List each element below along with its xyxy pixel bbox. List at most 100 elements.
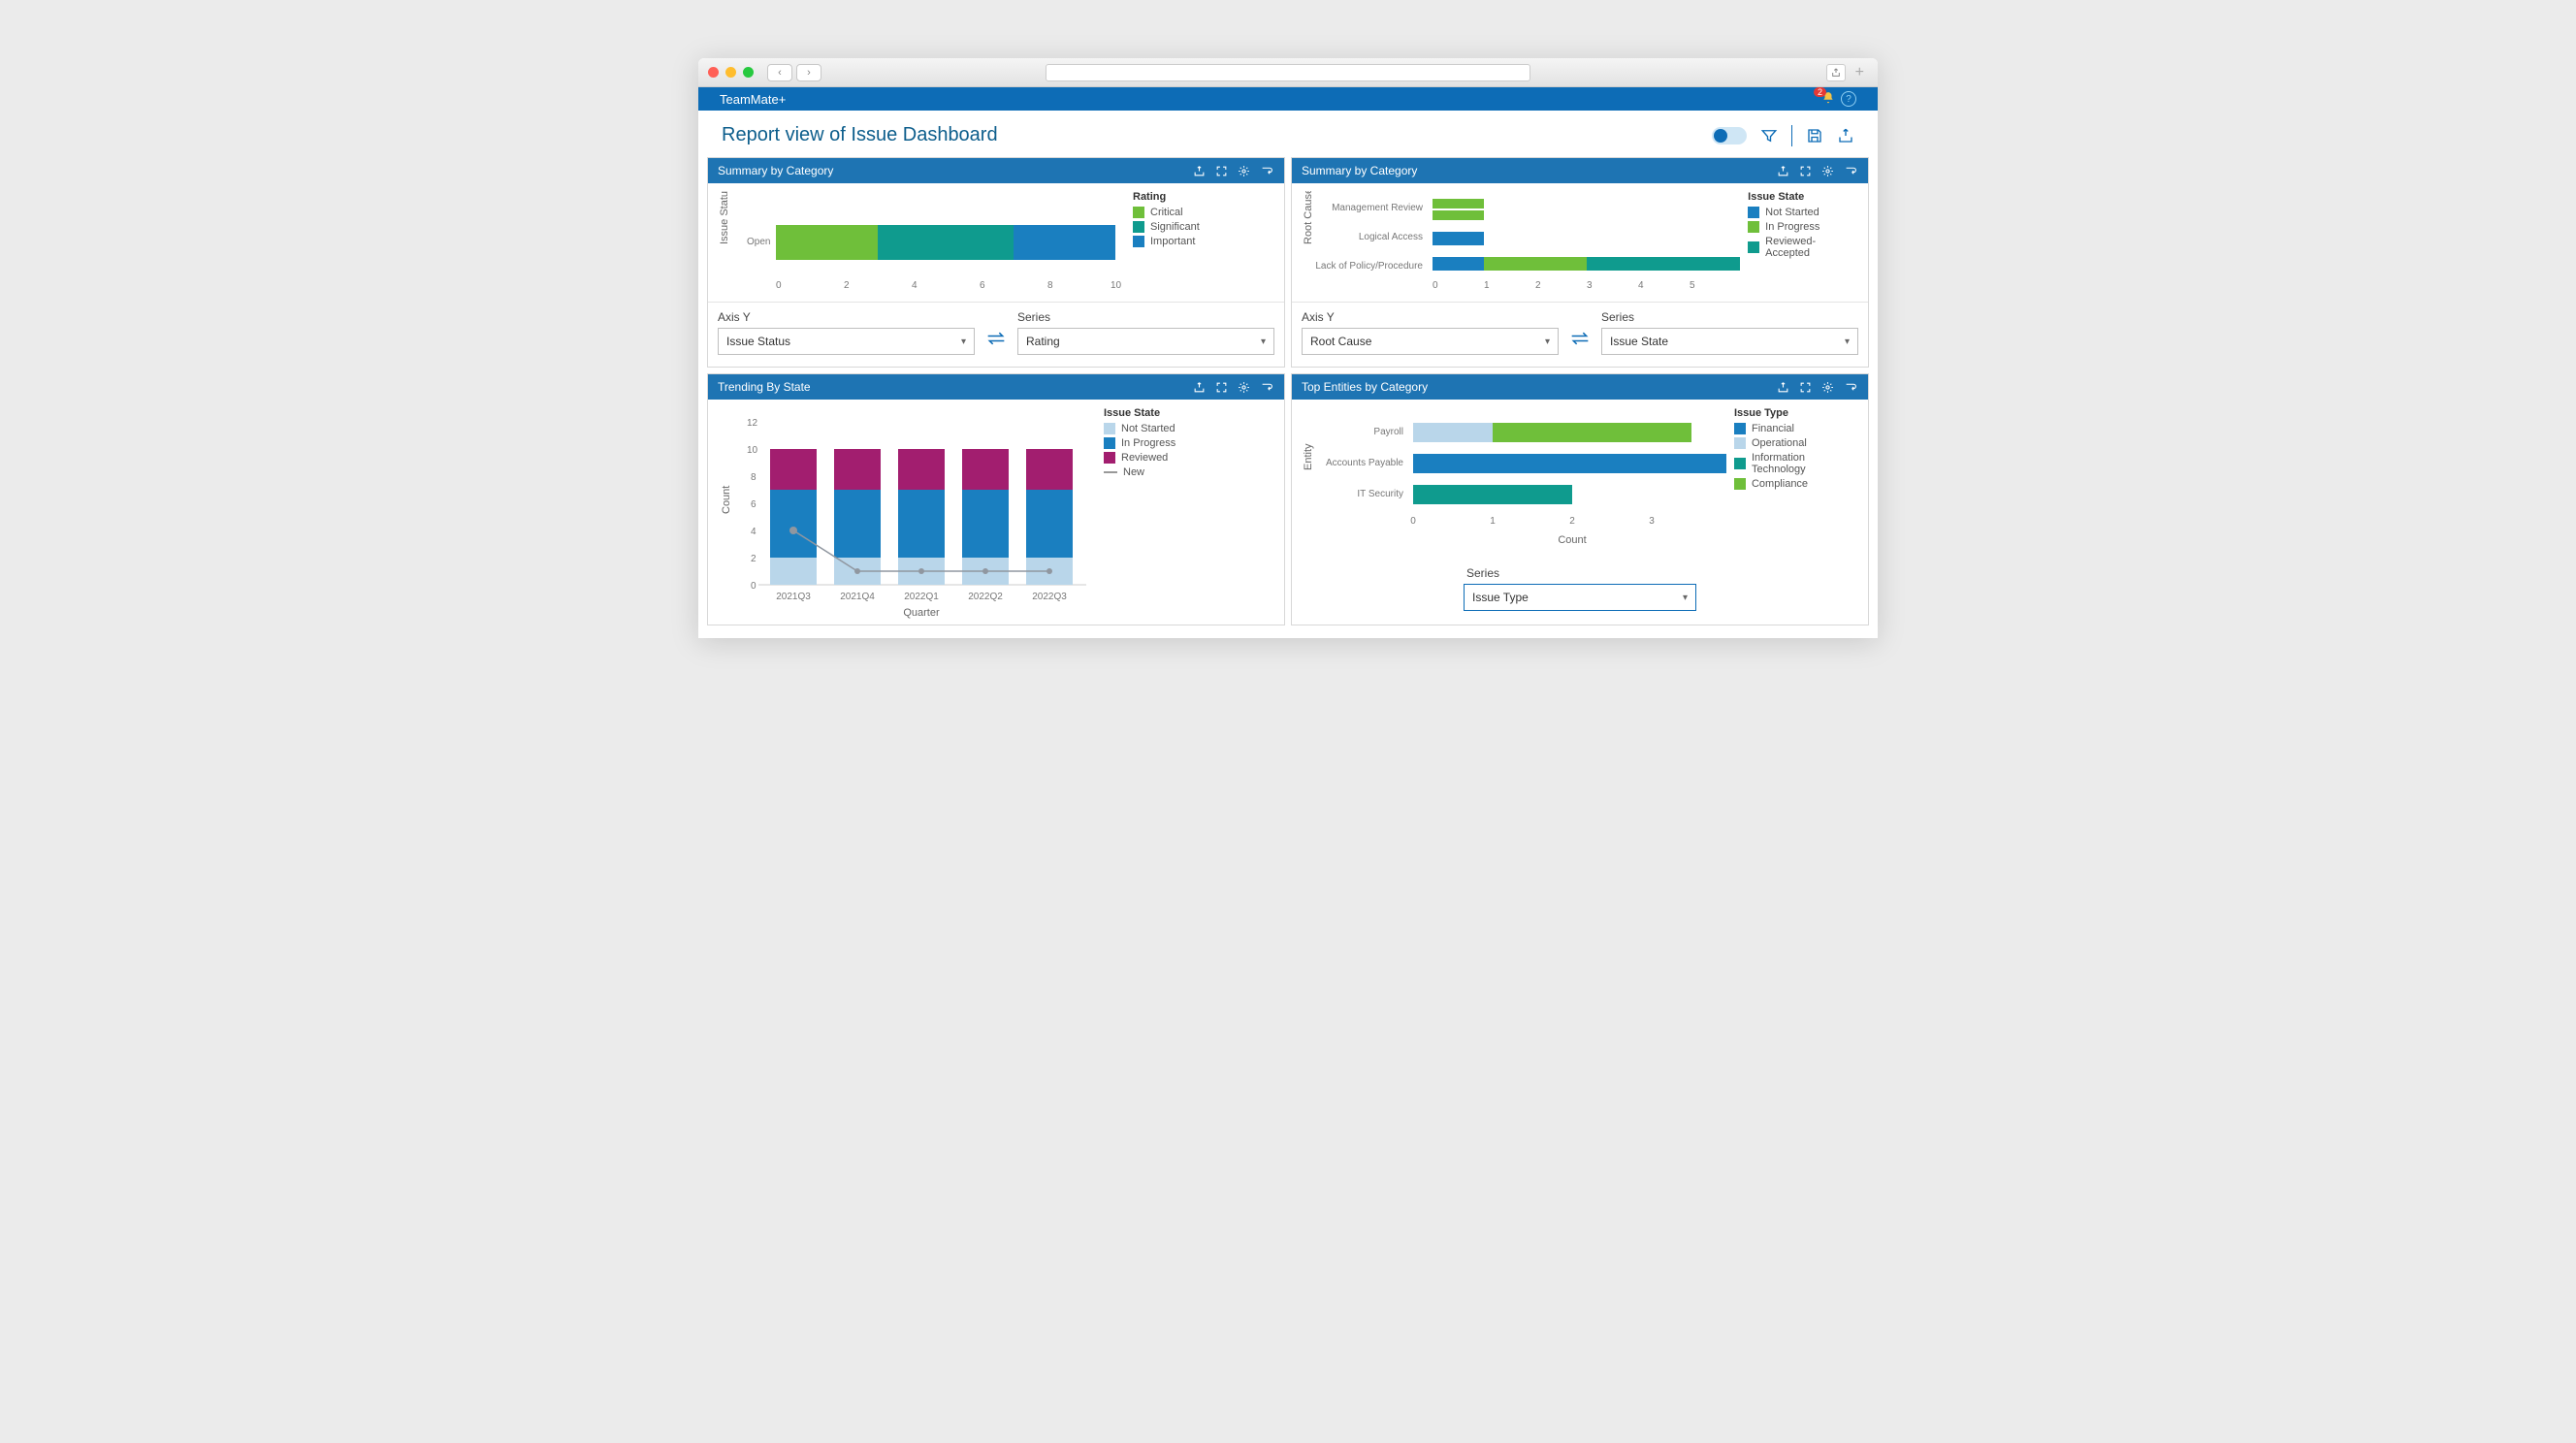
page-header: Report view of Issue Dashboard (698, 111, 1878, 154)
svg-text:4: 4 (751, 527, 757, 537)
svg-text:Count: Count (1558, 534, 1586, 546)
panel-refresh-icon[interactable] (1844, 165, 1858, 177)
dashboard-grid: Summary by Category Issue Status Open (698, 154, 1878, 638)
svg-text:10: 10 (747, 445, 758, 456)
svg-text:2: 2 (844, 280, 850, 291)
panel-settings-icon[interactable] (1238, 381, 1250, 394)
svg-text:4: 4 (912, 280, 918, 291)
svg-text:Quarter: Quarter (903, 607, 940, 619)
legend: Rating Critical Significant Important (1133, 191, 1200, 298)
new-tab-button[interactable]: + (1852, 64, 1868, 81)
svg-text:0: 0 (1433, 280, 1438, 291)
svg-text:Management Review: Management Review (1332, 203, 1424, 213)
svg-text:8: 8 (1047, 280, 1053, 291)
svg-text:10: 10 (1111, 280, 1122, 291)
series-select[interactable]: Rating (1017, 328, 1274, 355)
panel-expand-icon[interactable] (1215, 381, 1228, 394)
url-input[interactable] (1046, 64, 1530, 81)
chart-top-entities: Entity Payroll Accounts Payable IT Secur… (1302, 407, 1726, 553)
svg-text:1: 1 (1490, 516, 1496, 527)
panel-refresh-icon[interactable] (1260, 165, 1274, 177)
panel-top-entities: Top Entities by Category Entity Payroll … (1291, 373, 1869, 625)
series-label: Series (1017, 310, 1274, 324)
panel-trending: Trending By State Count 024 681012 (707, 373, 1285, 625)
panel-export-icon[interactable] (1777, 381, 1789, 394)
svg-text:4: 4 (1638, 280, 1644, 291)
notification-badge: 2 (1814, 87, 1826, 97)
svg-text:2: 2 (1569, 516, 1575, 527)
panel-title: Trending By State (718, 380, 811, 394)
svg-text:Root Cause: Root Cause (1303, 191, 1314, 244)
svg-text:12: 12 (747, 418, 758, 429)
panel-refresh-icon[interactable] (1844, 381, 1858, 394)
legend: Issue State Not Started In Progress Revi… (1104, 407, 1175, 621)
axis-y-select[interactable]: Root Cause (1302, 328, 1559, 355)
svg-text:Open: Open (747, 237, 770, 247)
series-select[interactable]: Issue Type (1464, 584, 1696, 611)
help-button[interactable]: ? (1841, 91, 1856, 107)
panel-settings-icon[interactable] (1821, 165, 1834, 177)
app-name: TeamMate+ (720, 92, 786, 107)
svg-text:3: 3 (1587, 280, 1593, 291)
svg-text:6: 6 (751, 499, 757, 510)
chart-summary-right: Root Cause Management Review Logical Acc… (1302, 191, 1740, 298)
svg-text:Payroll: Payroll (1373, 427, 1403, 437)
back-button[interactable]: ‹ (767, 64, 792, 81)
maximize-window-button[interactable] (743, 67, 754, 78)
nav-buttons: ‹ › (767, 64, 821, 81)
svg-text:Issue Status: Issue Status (719, 191, 730, 244)
series-label: Series (1601, 310, 1858, 324)
swap-axes-button[interactable] (986, 331, 1006, 355)
titlebar: ‹ › + (698, 58, 1878, 87)
svg-text:2: 2 (1535, 280, 1541, 291)
window-controls (708, 67, 754, 78)
app-header: TeamMate+ 2 ? (698, 87, 1878, 111)
panel-export-icon[interactable] (1193, 381, 1206, 394)
panel-export-icon[interactable] (1777, 165, 1789, 177)
svg-text:0: 0 (751, 581, 757, 592)
export-icon[interactable] (1837, 127, 1854, 144)
view-toggle[interactable] (1712, 127, 1747, 144)
panel-expand-icon[interactable] (1799, 381, 1812, 394)
svg-text:0: 0 (1410, 516, 1416, 527)
swap-axes-button[interactable] (1570, 331, 1590, 355)
svg-text:2021Q4: 2021Q4 (840, 592, 875, 602)
close-window-button[interactable] (708, 67, 719, 78)
axis-y-select[interactable]: Issue Status (718, 328, 975, 355)
chart-trending: Count 024 681012 2021Q32021Q4202 (718, 407, 1096, 621)
page-title: Report view of Issue Dashboard (722, 124, 998, 146)
svg-text:0: 0 (776, 280, 782, 291)
svg-text:IT Security: IT Security (1357, 489, 1403, 499)
save-icon[interactable] (1806, 127, 1823, 144)
svg-text:Count: Count (721, 486, 732, 514)
panel-summary-right: Summary by Category Root Cause Managemen… (1291, 157, 1869, 368)
separator (1791, 125, 1792, 146)
chart-summary-left: Issue Status Open 024 6810 (718, 191, 1125, 298)
axis-y-label: Axis Y (1302, 310, 1559, 324)
filter-icon[interactable] (1760, 127, 1778, 144)
panel-settings-icon[interactable] (1238, 165, 1250, 177)
svg-text:5: 5 (1690, 280, 1695, 291)
svg-text:2022Q3: 2022Q3 (1032, 592, 1067, 602)
legend: Issue Type Financial Operational Informa… (1734, 407, 1858, 553)
svg-text:3: 3 (1649, 516, 1655, 527)
panel-title: Top Entities by Category (1302, 380, 1428, 394)
panel-export-icon[interactable] (1193, 165, 1206, 177)
share-icon[interactable] (1826, 64, 1846, 81)
panel-expand-icon[interactable] (1215, 165, 1228, 177)
browser-window: ‹ › + TeamMate+ 2 ? Report view of Issue… (698, 58, 1878, 638)
svg-text:Entity: Entity (1303, 443, 1314, 470)
svg-text:2021Q3: 2021Q3 (776, 592, 811, 602)
panel-summary-left: Summary by Category Issue Status Open (707, 157, 1285, 368)
panel-title: Summary by Category (1302, 164, 1417, 177)
minimize-window-button[interactable] (725, 67, 736, 78)
panel-expand-icon[interactable] (1799, 165, 1812, 177)
forward-button[interactable]: › (796, 64, 821, 81)
svg-text:2022Q2: 2022Q2 (968, 592, 1003, 602)
panel-refresh-icon[interactable] (1260, 381, 1274, 394)
svg-text:2022Q1: 2022Q1 (904, 592, 939, 602)
panel-settings-icon[interactable] (1821, 381, 1834, 394)
notifications-button[interactable]: 2 (1821, 91, 1835, 108)
series-select[interactable]: Issue State (1601, 328, 1858, 355)
legend: Issue State Not Started In Progress Revi… (1748, 191, 1858, 298)
